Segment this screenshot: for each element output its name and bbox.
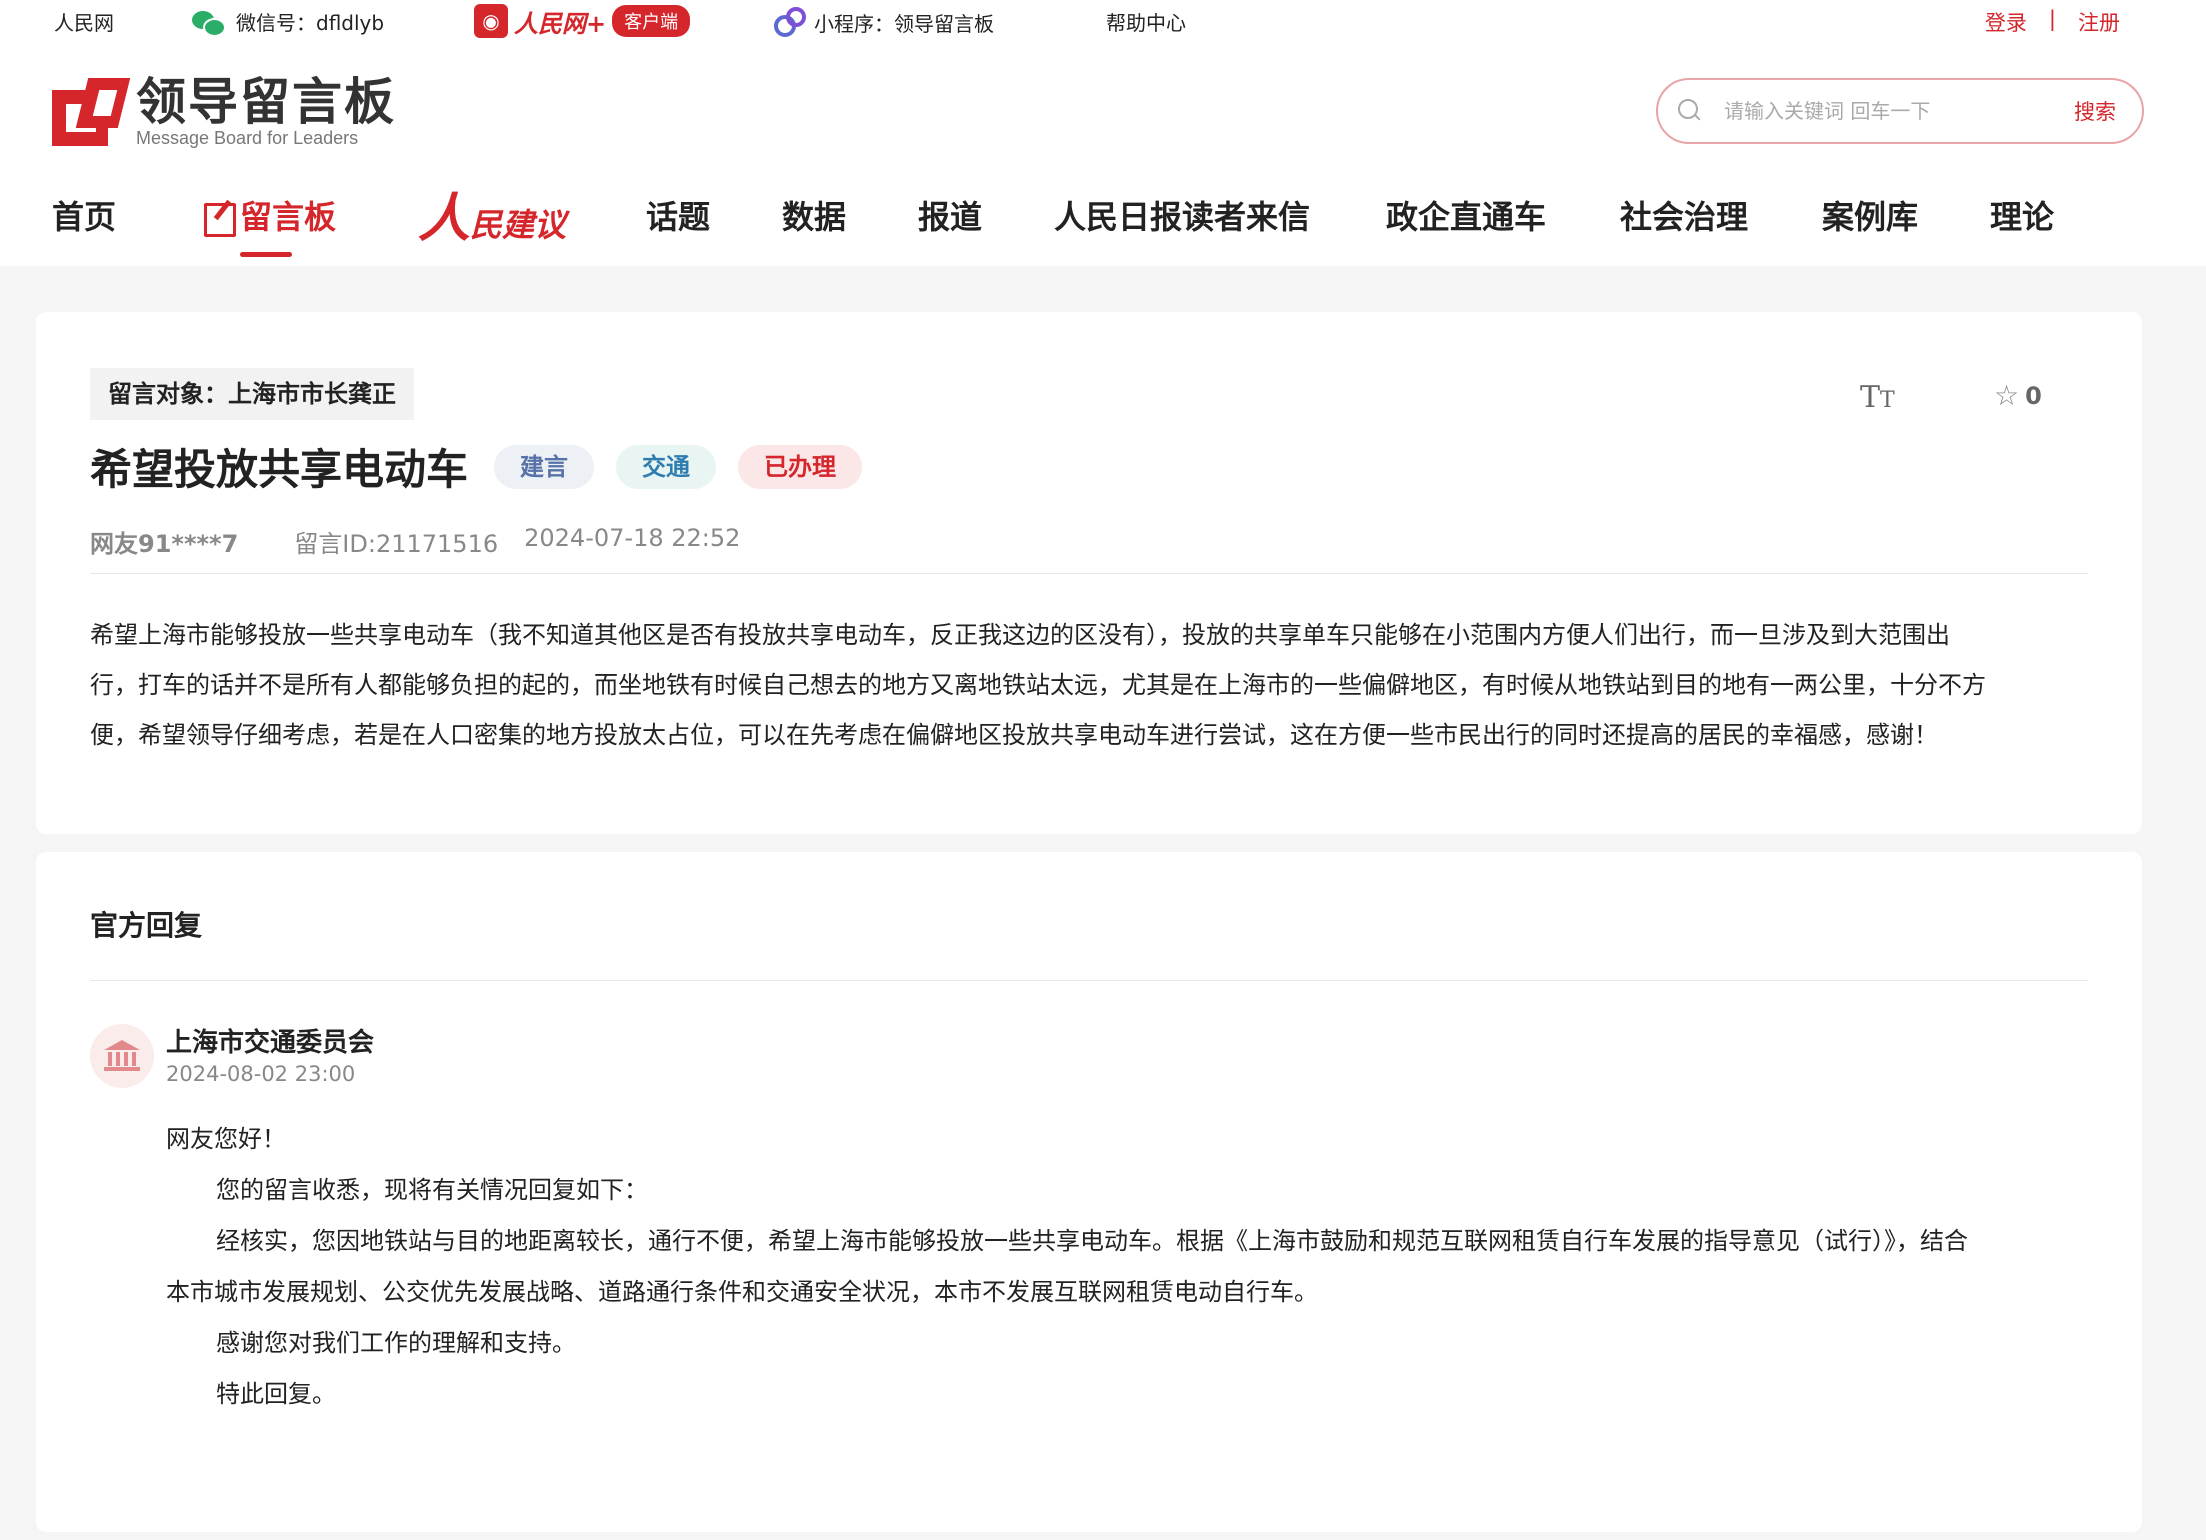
message-target-label: 留言对象： bbox=[108, 380, 228, 408]
reply-line: 特此回复。 bbox=[216, 1380, 336, 1408]
nav-case-library[interactable]: 案例库 bbox=[1822, 192, 1918, 238]
nav-data[interactable]: 数据 bbox=[782, 192, 846, 238]
auth-separator: | bbox=[2048, 7, 2056, 31]
people-plus-text: 人民网+ bbox=[514, 8, 607, 38]
message-time: 2024-07-18 22:52 bbox=[524, 524, 741, 552]
reply-line: 网友您好！ bbox=[166, 1125, 286, 1153]
search-box: 搜索 bbox=[1656, 78, 2144, 144]
content-line: 希望上海市能够投放一些共享电动车（我不知道其他区是否有投放共享电动车，反正我这边… bbox=[90, 621, 1950, 649]
logo-subtitle: Message Board for Leaders bbox=[136, 128, 359, 148]
nav-suggestions-label: 民建议 bbox=[470, 206, 567, 244]
wechat-account[interactable]: 微信号：dfldlyb bbox=[192, 7, 385, 37]
search-icon bbox=[1678, 99, 1702, 123]
site-header: 领导留言板 Message Board for Leaders 搜索 首页 留言… bbox=[0, 42, 2206, 266]
site-link[interactable]: 人民网 bbox=[54, 7, 114, 36]
official-reply-card: 官方回复 上海市交通委员会 2024-08-02 23:00 网友您好！ 您的留… bbox=[36, 852, 2142, 1532]
search-input[interactable] bbox=[1724, 99, 2044, 123]
auth-links: 登录 | 注册 bbox=[1985, 7, 2120, 37]
reply-body: 网友您好！ 您的留言收悉，现将有关情况回复如下： 经核实，您因地铁站与目的地距离… bbox=[166, 1114, 2116, 1420]
content-line: 行，打车的话并不是所有人都能够负担的起的，而坐地铁有时候自己想去的地方又离地铁站… bbox=[90, 671, 1986, 699]
message-id: 留言ID:21171516 bbox=[294, 530, 499, 558]
message-title: 希望投放共享电动车 bbox=[90, 445, 469, 494]
favorite-count: 0 bbox=[2025, 382, 2042, 410]
help-center-link[interactable]: 帮助中心 bbox=[1106, 7, 1186, 36]
nav-people-suggestions[interactable]: 人民建议 bbox=[418, 176, 566, 251]
people-plus-client-link[interactable]: ◉ 人民网+ 客户端 bbox=[474, 4, 691, 38]
nav-gov-business[interactable]: 政企直通车 bbox=[1386, 192, 1546, 238]
search-button[interactable]: 搜索 bbox=[2074, 96, 2116, 126]
nav-theory[interactable]: 理论 bbox=[1990, 192, 2054, 238]
favorite-button[interactable]: ☆ 0 bbox=[1994, 379, 2042, 412]
logo-title: 领导留言板 bbox=[136, 73, 396, 131]
nav-home[interactable]: 首页 bbox=[52, 192, 116, 238]
login-link[interactable]: 登录 bbox=[1985, 7, 2027, 37]
government-building-icon bbox=[104, 1040, 140, 1072]
reply-line: 感谢您对我们工作的理解和支持。 bbox=[216, 1329, 576, 1357]
site-logo[interactable]: 领导留言板 Message Board for Leaders bbox=[52, 74, 396, 149]
message-target: 留言对象：上海市市长龚正 bbox=[90, 368, 414, 420]
meta-divider bbox=[90, 573, 2088, 574]
nav-readers-letters[interactable]: 人民日报读者来信 bbox=[1054, 192, 1310, 238]
org-avatar bbox=[90, 1024, 154, 1088]
mini-program[interactable]: 小程序：领导留言板 bbox=[772, 7, 994, 37]
nav-message-board-label: 留言板 bbox=[240, 198, 337, 236]
reply-org-name: 上海市交通委员会 bbox=[166, 1028, 375, 1058]
nav-reports[interactable]: 报道 bbox=[918, 192, 982, 238]
message-target-name: 上海市市长龚正 bbox=[228, 380, 396, 408]
active-nav-underline bbox=[240, 252, 292, 257]
register-link[interactable]: 注册 bbox=[2078, 7, 2120, 37]
people-logo-icon: ◉ bbox=[474, 4, 508, 38]
reply-line: 本市城市发展规划、公交优先发展战略、道路通行条件和交通安全状况，本市不发展互联网… bbox=[166, 1278, 1318, 1306]
content-line: 便，希望领导仔细考虑，若是在人口密集的地方投放太占位，可以在先考虑在偏僻地区投放… bbox=[90, 721, 1938, 749]
nav-message-board[interactable]: 留言板 bbox=[204, 192, 337, 257]
wechat-label: 微信号：dfldlyb bbox=[236, 11, 385, 35]
nav-suggestions-big-char: 人 bbox=[418, 188, 471, 249]
nav-topics[interactable]: 话题 bbox=[646, 192, 710, 238]
logo-mark-icon bbox=[52, 78, 131, 146]
tag-suggestion: 建言 bbox=[494, 444, 595, 489]
edit-icon bbox=[204, 199, 236, 237]
tag-status-done: 已办理 bbox=[738, 444, 863, 489]
message-card: 留言对象：上海市市长龚正 TT ☆ 0 希望投放共享电动车 建言 交通 已办理 … bbox=[36, 312, 2142, 834]
title-row: 希望投放共享电动车 建言 交通 已办理 bbox=[90, 436, 884, 497]
mini-program-label: 小程序：领导留言板 bbox=[814, 11, 994, 36]
tag-traffic: 交通 bbox=[616, 444, 717, 489]
people-plus-logo: ◉ 人民网+ 客户端 bbox=[474, 4, 691, 38]
top-utility-bar: 人民网 微信号：dfldlyb ◉ 人民网+ 客户端 小程序：领导留言板 帮助中… bbox=[0, 0, 2206, 42]
reply-line: 经核实，您因地铁站与目的地距离较长，通行不便，希望上海市能够投放一些共享电动车。… bbox=[216, 1227, 1968, 1255]
nav-social-governance[interactable]: 社会治理 bbox=[1620, 192, 1748, 238]
reply-time: 2024-08-02 23:00 bbox=[166, 1062, 356, 1086]
reply-divider bbox=[90, 980, 2088, 981]
main-nav: 首页 留言板 人民建议 话题 数据 报道 人民日报读者来信 政企直通车 社会治理… bbox=[0, 188, 2206, 266]
message-meta: 网友91****7 留言ID:21171516 2024-07-18 22:52 bbox=[90, 524, 740, 559]
client-badge: 客户端 bbox=[612, 5, 691, 37]
wechat-icon bbox=[192, 9, 226, 37]
message-content: 希望上海市能够投放一些共享电动车（我不知道其他区是否有投放共享电动车，反正我这边… bbox=[90, 610, 2090, 760]
font-size-icon[interactable]: TT bbox=[1860, 380, 1895, 415]
message-author: 网友91****7 bbox=[90, 530, 239, 558]
star-icon: ☆ bbox=[1994, 379, 2020, 412]
mini-program-icon bbox=[772, 7, 806, 37]
reply-heading: 官方回复 bbox=[90, 909, 203, 942]
reply-line: 您的留言收悉，现将有关情况回复如下： bbox=[216, 1176, 648, 1204]
